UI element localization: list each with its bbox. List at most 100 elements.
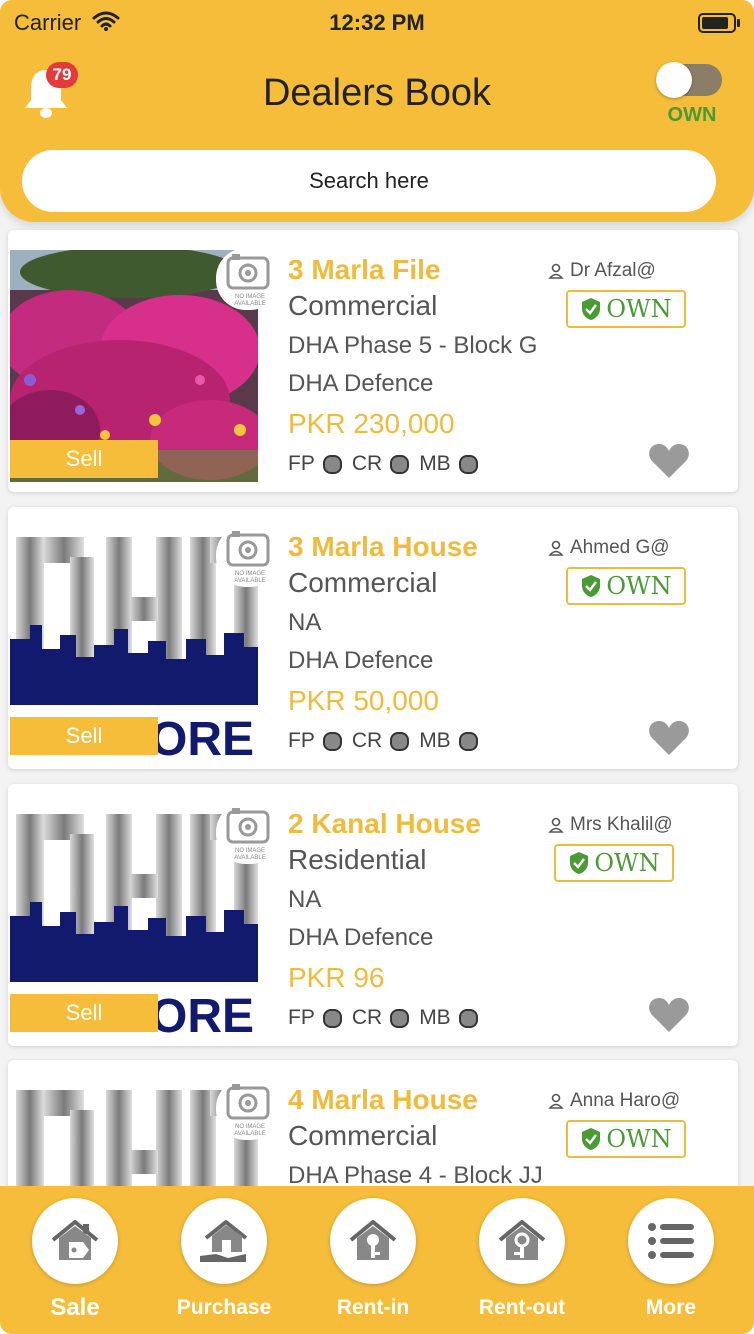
feature-dot bbox=[390, 1008, 410, 1028]
listing-title: 3 Marla File bbox=[288, 254, 441, 285]
app-screen: Carrier 12:32 PM 79 Dealers Book OWN Sea… bbox=[0, 0, 754, 1334]
listing-type: Commercial bbox=[288, 1120, 438, 1151]
sell-tag: Sell bbox=[10, 440, 158, 478]
no-image-badge: NO IMAGE AVAILABLE bbox=[216, 525, 280, 587]
status-bar: Carrier 12:32 PM bbox=[0, 0, 754, 46]
house-key-in-icon bbox=[349, 1220, 397, 1260]
camera-icon bbox=[226, 254, 270, 290]
house-tag-icon bbox=[51, 1220, 99, 1260]
dealer-name[interactable]: Anna Haro@ bbox=[548, 1090, 680, 1112]
feature-label: FP bbox=[288, 729, 315, 752]
camera-icon bbox=[226, 808, 270, 844]
user-icon bbox=[548, 817, 564, 833]
feature-dot bbox=[322, 454, 342, 474]
listing-address: DHA Phase 5 - Block G bbox=[288, 332, 538, 359]
own-badge: OWN bbox=[554, 844, 674, 882]
dealer-label: Dr Afzal@ bbox=[570, 260, 656, 281]
heart-icon[interactable] bbox=[648, 442, 690, 480]
own-badge: OWN bbox=[566, 567, 686, 605]
feature-label: CR bbox=[351, 729, 383, 752]
own-badge: OWN bbox=[566, 1120, 686, 1158]
heart-icon[interactable] bbox=[648, 996, 690, 1034]
list-icon bbox=[648, 1223, 694, 1259]
feature-label: MB bbox=[419, 1006, 451, 1029]
tab-more-button[interactable] bbox=[628, 1198, 714, 1284]
listing-address: NA bbox=[288, 609, 322, 636]
dealer-name[interactable]: Mrs Khalil@ bbox=[548, 814, 673, 836]
heart-icon[interactable] bbox=[648, 719, 690, 757]
own-badge-label: OWN bbox=[606, 1125, 672, 1153]
tab-rent-out[interactable]: Rent-out bbox=[457, 1198, 587, 1328]
own-badge-label: OWN bbox=[594, 849, 660, 877]
feature-label: FP bbox=[288, 452, 315, 475]
listing-card[interactable]: ORE NO IMAGE AVAILABLE Sell 3 Marla Hous… bbox=[8, 507, 738, 769]
page-title: Dealers Book bbox=[262, 72, 492, 114]
feature-label: MB bbox=[419, 729, 451, 752]
bottom-tab-bar: Sale Purchase Rent-in Rent-out More bbox=[0, 1186, 754, 1334]
camera-icon bbox=[226, 1084, 270, 1120]
listing-area: DHA Defence bbox=[288, 370, 434, 397]
user-icon bbox=[548, 263, 564, 279]
tab-rent-in-label: Rent-in bbox=[336, 1296, 410, 1319]
tab-sale[interactable]: Sale bbox=[10, 1198, 140, 1328]
app-header: Carrier 12:32 PM 79 Dealers Book OWN Sea… bbox=[0, 0, 754, 222]
shield-check-icon bbox=[582, 298, 601, 320]
no-image-badge: NO IMAGE AVAILABLE bbox=[216, 802, 280, 864]
listing-card[interactable]: NO IMAGE AVAILABLE Sell 3 Marla File Com… bbox=[8, 230, 738, 492]
listing-area: DHA Defence bbox=[288, 924, 434, 951]
own-badge-label: OWN bbox=[606, 572, 672, 600]
listing-area: DHA Defence bbox=[288, 647, 434, 674]
feature-dot bbox=[458, 731, 478, 751]
tab-more-label: More bbox=[645, 1296, 697, 1319]
svg-text:ORE: ORE bbox=[150, 990, 254, 1036]
feature-dot bbox=[458, 1008, 478, 1028]
dealer-name[interactable]: Ahmed G@ bbox=[548, 537, 670, 559]
listing-type: Residential bbox=[288, 844, 427, 875]
tab-more[interactable]: More bbox=[606, 1198, 736, 1328]
tab-sale-button[interactable] bbox=[32, 1198, 118, 1284]
shield-check-icon bbox=[582, 575, 601, 597]
dealer-name[interactable]: Dr Afzal@ bbox=[548, 260, 656, 282]
no-image-text: NO IMAGE AVAILABLE bbox=[234, 571, 266, 584]
own-badge: OWN bbox=[566, 290, 686, 328]
shield-check-icon bbox=[570, 852, 589, 874]
tab-purchase-label: Purchase bbox=[176, 1296, 272, 1319]
no-image-text: NO IMAGE AVAILABLE bbox=[234, 848, 266, 861]
no-image-badge: NO IMAGE AVAILABLE bbox=[216, 1078, 280, 1140]
tab-rent-in[interactable]: Rent-in bbox=[308, 1198, 438, 1328]
svg-text:ORE: ORE bbox=[150, 713, 254, 759]
listing-title: 4 Marla House bbox=[288, 1084, 478, 1115]
dealer-label: Anna Haro@ bbox=[570, 1090, 681, 1111]
listing-title: 2 Kanal House bbox=[288, 808, 481, 839]
feature-label: FP bbox=[288, 1006, 315, 1029]
status-time: 12:32 PM bbox=[329, 10, 425, 35]
tab-purchase[interactable]: Purchase bbox=[159, 1198, 289, 1328]
own-badge-label: OWN bbox=[606, 295, 672, 323]
listing-features: FP CR MB bbox=[288, 1006, 488, 1030]
search-input[interactable]: Search here bbox=[22, 150, 716, 212]
dealer-label: Mrs Khalil@ bbox=[570, 814, 673, 835]
own-toggle[interactable] bbox=[656, 62, 722, 98]
listing-address: NA bbox=[288, 886, 322, 913]
listing-features: FP CR MB bbox=[288, 452, 488, 476]
feature-dot bbox=[390, 454, 410, 474]
own-toggle-label: OWN bbox=[667, 104, 717, 126]
toggle-knob bbox=[656, 62, 692, 98]
feature-dot bbox=[390, 731, 410, 751]
listing-type: Commercial bbox=[288, 567, 438, 598]
feature-dot bbox=[322, 1008, 342, 1028]
listing-price: PKR 96 bbox=[288, 962, 385, 993]
no-image-text: NO IMAGE AVAILABLE bbox=[234, 294, 266, 307]
feature-dot bbox=[458, 454, 478, 474]
no-image-badge: NO IMAGE AVAILABLE bbox=[216, 248, 280, 310]
no-image-text: NO IMAGE AVAILABLE bbox=[234, 1124, 266, 1137]
tab-purchase-button[interactable] bbox=[181, 1198, 267, 1284]
tab-rent-out-button[interactable] bbox=[479, 1198, 565, 1284]
tab-rent-in-button[interactable] bbox=[330, 1198, 416, 1284]
tab-rent-out-label: Rent-out bbox=[478, 1296, 566, 1319]
listing-card[interactable]: ORE NO IMAGE AVAILABLE Sell 2 Kanal Hous… bbox=[8, 784, 738, 1046]
feature-label: CR bbox=[351, 1006, 383, 1029]
shield-check-icon bbox=[582, 1128, 601, 1150]
sell-tag: Sell bbox=[10, 994, 158, 1032]
feature-dot bbox=[322, 731, 342, 751]
